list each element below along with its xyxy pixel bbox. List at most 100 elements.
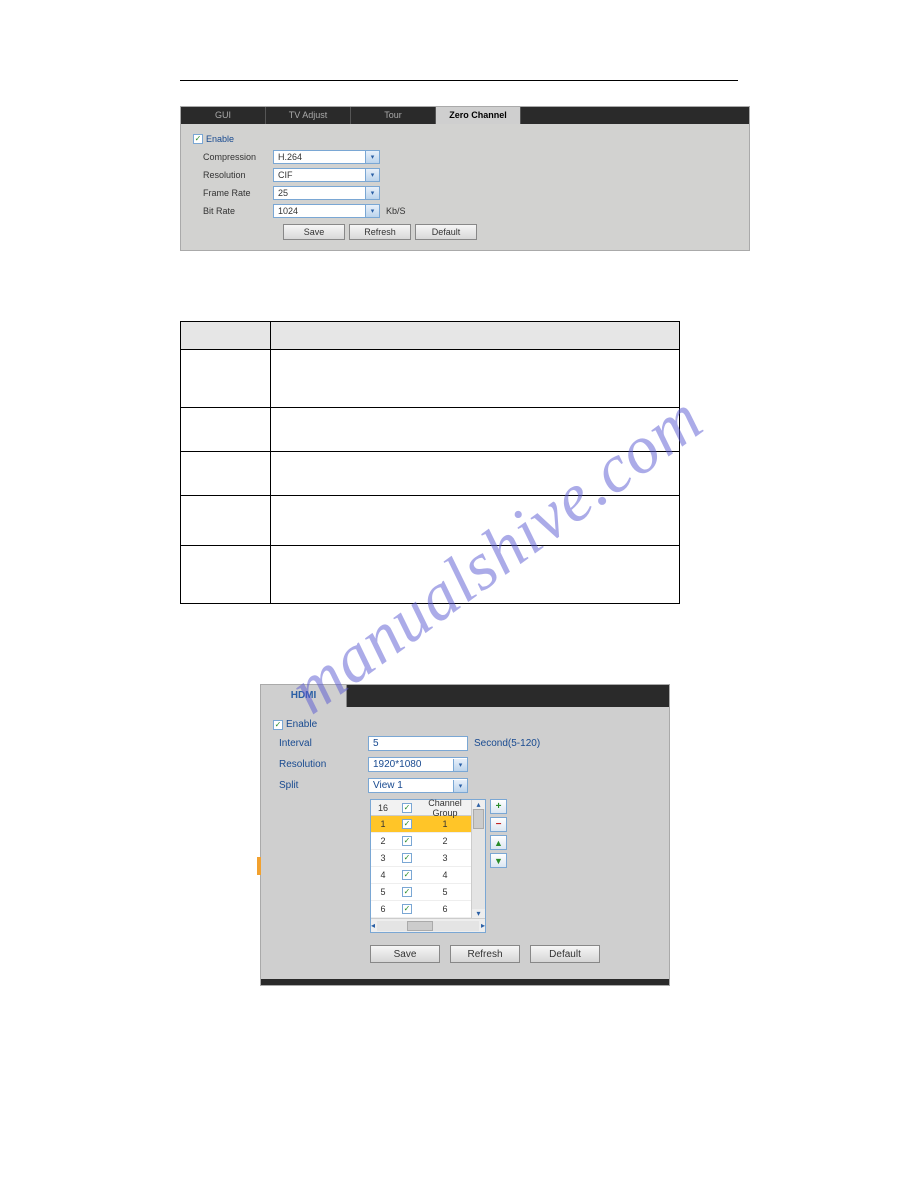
- bitrate-select[interactable]: 1024 ▾: [273, 204, 380, 218]
- resolution-value: CIF: [278, 170, 293, 180]
- horizontal-scrollbar[interactable]: ◂ ▸: [371, 918, 485, 932]
- table-cell: [181, 546, 271, 604]
- hdmi-refresh-button[interactable]: Refresh: [450, 945, 520, 963]
- interval-suffix: Second(5-120): [474, 738, 540, 749]
- panel1-tabstrip: GUI TV Adjust Tour Zero Channel: [181, 107, 749, 124]
- hdmi-resolution-label: Resolution: [273, 759, 368, 770]
- row-index: 5: [371, 887, 395, 897]
- table-row[interactable]: 3 ✓ 3: [371, 850, 471, 867]
- scroll-thumb[interactable]: [407, 921, 433, 931]
- table-header-1: [181, 322, 271, 350]
- table-row[interactable]: 1 ✓ 1: [371, 816, 471, 833]
- move-up-button[interactable]: ▲: [490, 835, 507, 850]
- chevron-down-icon: ▾: [453, 759, 467, 771]
- scroll-right-icon[interactable]: ▸: [481, 921, 485, 930]
- hdmi-save-button[interactable]: Save: [370, 945, 440, 963]
- tab-tv-adjust[interactable]: TV Adjust: [266, 107, 351, 124]
- table-cell: [270, 496, 679, 546]
- panel2-footer-bar: [261, 979, 669, 985]
- enable-checkbox[interactable]: ✓: [193, 134, 203, 144]
- tab-tour[interactable]: Tour: [351, 107, 436, 124]
- row-group: 3: [419, 853, 471, 863]
- table-header-2: [270, 322, 679, 350]
- framerate-value: 25: [278, 188, 288, 198]
- row-checkbox[interactable]: ✓: [402, 853, 412, 863]
- move-down-button[interactable]: ▼: [490, 853, 507, 868]
- grid-header-checkbox[interactable]: ✓: [402, 803, 412, 813]
- remove-button[interactable]: −: [490, 817, 507, 832]
- grid-side-buttons: + − ▲ ▼: [490, 799, 507, 933]
- hdmi-panel: HDMI ✓ Enable Interval 5 Second(5-120) R…: [260, 684, 670, 986]
- description-table: [180, 321, 680, 604]
- table-cell: [270, 408, 679, 452]
- table-row[interactable]: 6✓6: [371, 901, 471, 918]
- compression-value: H.264: [278, 152, 302, 162]
- framerate-select[interactable]: 25 ▾: [273, 186, 380, 200]
- save-button[interactable]: Save: [283, 224, 345, 240]
- framerate-label: Frame Rate: [193, 188, 273, 198]
- row-index: 1: [371, 819, 395, 829]
- row-group: 5: [419, 887, 471, 897]
- interval-value: 5: [373, 738, 379, 749]
- resolution-label: Resolution: [193, 170, 273, 180]
- split-select[interactable]: View 1 ▾: [368, 778, 468, 793]
- scroll-left-icon[interactable]: ◂: [371, 921, 375, 930]
- row-checkbox[interactable]: ✓: [402, 904, 412, 914]
- tab-gui[interactable]: GUI: [181, 107, 266, 124]
- top-rule: [180, 80, 738, 81]
- chevron-down-icon: ▾: [365, 169, 379, 181]
- hdmi-resolution-select[interactable]: 1920*1080 ▾: [368, 757, 468, 772]
- scroll-up-icon[interactable]: ▴: [476, 800, 480, 809]
- chevron-down-icon: ▾: [365, 187, 379, 199]
- hdmi-resolution-value: 1920*1080: [373, 759, 421, 770]
- row-group: 1: [419, 819, 471, 829]
- interval-label: Interval: [273, 738, 368, 749]
- panel2-tabstrip: HDMI: [261, 685, 669, 707]
- tab-zero-channel[interactable]: Zero Channel: [436, 107, 521, 124]
- row-checkbox[interactable]: ✓: [402, 887, 412, 897]
- resolution-select[interactable]: CIF ▾: [273, 168, 380, 182]
- chevron-down-icon: ▾: [365, 151, 379, 163]
- table-row[interactable]: 2✓2: [371, 833, 471, 850]
- chevron-down-icon: ▾: [365, 205, 379, 217]
- table-row[interactable]: 4✓4: [371, 867, 471, 884]
- grid-header-label: Channel Group: [419, 798, 471, 818]
- bitrate-label: Bit Rate: [193, 206, 273, 216]
- add-button[interactable]: +: [490, 799, 507, 814]
- row-index: 3: [371, 853, 395, 863]
- vertical-scrollbar[interactable]: ▴ ▾: [471, 800, 485, 918]
- compression-label: Compression: [193, 152, 273, 162]
- hdmi-enable-checkbox[interactable]: ✓: [273, 720, 283, 730]
- scroll-thumb[interactable]: [473, 809, 484, 829]
- grid-header-count: 16: [371, 803, 395, 813]
- table-cell: [181, 408, 271, 452]
- tab-hdmi[interactable]: HDMI: [261, 685, 347, 707]
- default-button[interactable]: Default: [415, 224, 477, 240]
- table-cell: [270, 350, 679, 408]
- table-cell: [270, 546, 679, 604]
- row-index: 2: [371, 836, 395, 846]
- bitrate-value: 1024: [278, 206, 298, 216]
- compression-select[interactable]: H.264 ▾: [273, 150, 380, 164]
- enable-label: Enable: [206, 134, 234, 144]
- table-cell: [181, 350, 271, 408]
- table-row[interactable]: 5 ✓ 5: [371, 884, 471, 901]
- row-checkbox[interactable]: ✓: [402, 870, 412, 880]
- row-checkbox[interactable]: ✓: [402, 836, 412, 846]
- table-cell: [181, 496, 271, 546]
- row-checkbox[interactable]: ✓: [402, 819, 412, 829]
- split-value: View 1: [373, 780, 403, 791]
- channel-group-grid: 16 ✓ Channel Group 1✓12✓23✓34✓45✓56✓6 ▴ …: [370, 799, 486, 933]
- scroll-down-icon[interactable]: ▾: [476, 909, 480, 918]
- table-cell: [181, 452, 271, 496]
- refresh-button[interactable]: Refresh: [349, 224, 411, 240]
- bitrate-unit: Kb/S: [386, 206, 406, 216]
- split-label: Split: [273, 780, 368, 791]
- table-cell: [270, 452, 679, 496]
- row-index: 4: [371, 870, 395, 880]
- grid-header-row: 16 ✓ Channel Group: [371, 800, 471, 816]
- interval-input[interactable]: 5: [368, 736, 468, 751]
- row-index: 6: [371, 904, 395, 914]
- hdmi-default-button[interactable]: Default: [530, 945, 600, 963]
- hdmi-enable-label: Enable: [286, 719, 317, 730]
